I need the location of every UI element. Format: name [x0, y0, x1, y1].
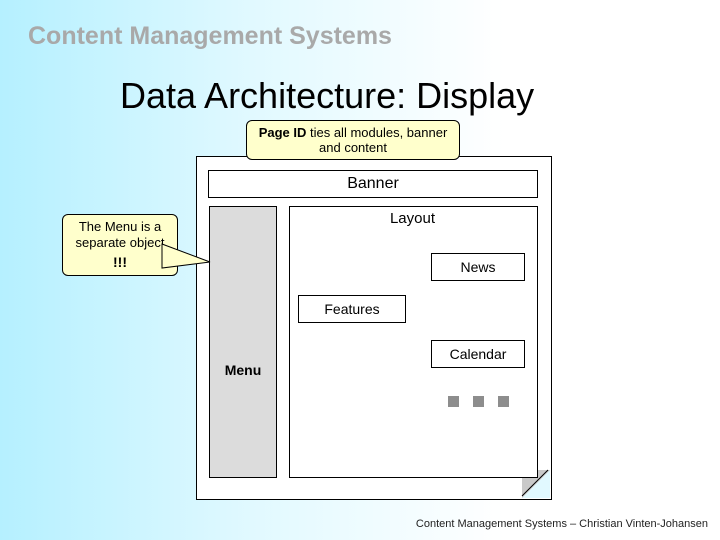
slide-header: Content Management Systems: [28, 22, 392, 51]
slide-stage: Content Management Systems Data Architec…: [0, 0, 720, 540]
note-menu-exclaim: !!!: [71, 254, 169, 272]
note-pageid-bold: Page ID: [259, 125, 307, 140]
menu-column: Menu: [209, 206, 277, 478]
note-menu: The Menu is a separate object !!!: [62, 214, 178, 276]
ellipsis-dots: [448, 396, 509, 407]
note-menu-l2: separate object: [76, 235, 165, 250]
calendar-box: Calendar: [431, 340, 525, 368]
banner-box: Banner: [208, 170, 538, 198]
note-pageid: Page ID ties all modules, banner and con…: [246, 120, 460, 160]
features-box: Features: [298, 295, 406, 323]
note-menu-l1: The Menu is a: [79, 219, 161, 234]
news-box: News: [431, 253, 525, 281]
note-pageid-text: ties all modules, banner and content: [306, 125, 447, 155]
dot-icon: [473, 396, 484, 407]
slide-title: Data Architecture: Display: [120, 75, 534, 117]
slide-footer: Content Management Systems – Christian V…: [416, 518, 708, 530]
menu-label: Menu: [210, 362, 276, 378]
dot-icon: [498, 396, 509, 407]
dot-icon: [448, 396, 459, 407]
layout-label: Layout: [289, 210, 536, 227]
